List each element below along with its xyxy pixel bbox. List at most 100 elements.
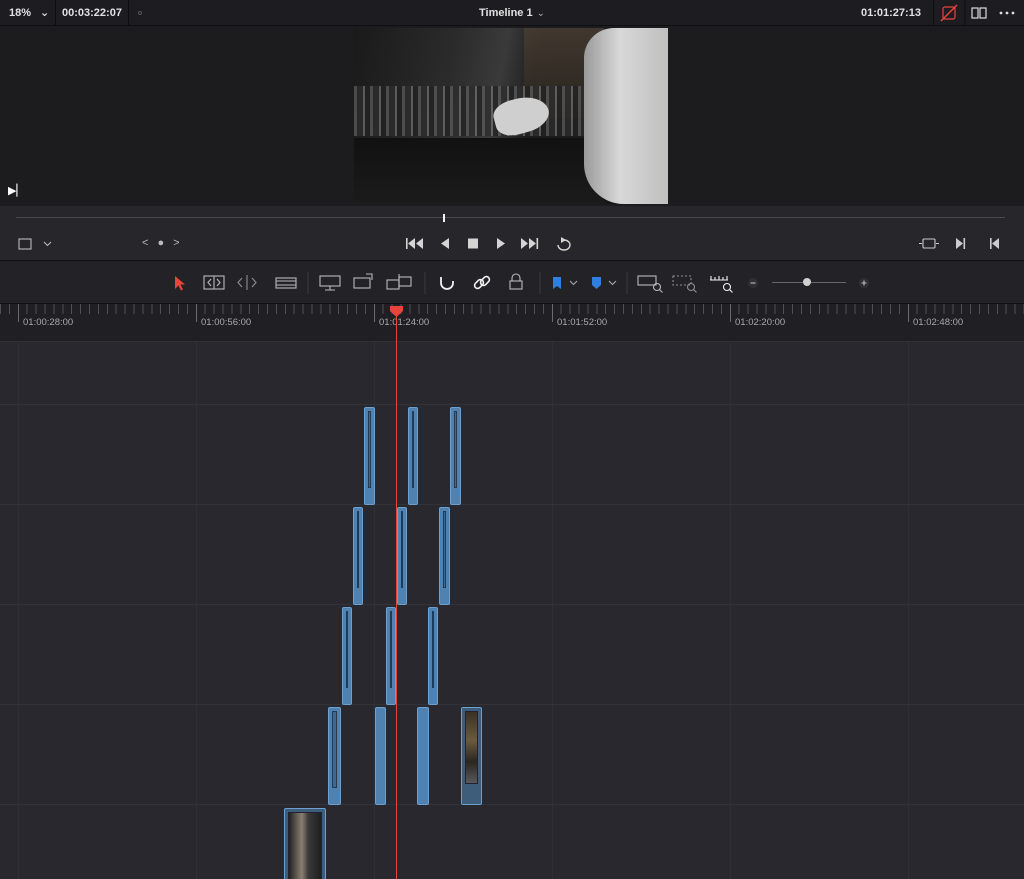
position-lock-icon[interactable]: [509, 273, 523, 290]
ruler-label: 01:00:56:00: [201, 317, 252, 328]
insert-clip-icon[interactable]: [319, 275, 341, 291]
clip-thumbnail: [465, 711, 478, 784]
grid-line: [18, 342, 19, 879]
go-to-end-icon[interactable]: [521, 238, 539, 249]
ruler-major-tick: [18, 304, 19, 322]
ruler-label: 01:02:20:00: [735, 317, 786, 328]
clip-thumbnail: [390, 611, 392, 688]
timeline-clip[interactable]: [328, 707, 341, 805]
clip-thumbnail: [401, 511, 403, 588]
bypass-icon[interactable]: [940, 4, 958, 22]
clip-thumbnail: [368, 411, 371, 488]
timeline-tracks[interactable]: [0, 342, 1024, 879]
timeline-clip[interactable]: [397, 507, 407, 605]
playback-controls: [406, 237, 571, 251]
clip-thumbnail: [412, 411, 414, 488]
timeline-clip[interactable]: [428, 607, 438, 705]
zoom-in-icon[interactable]: [859, 278, 869, 288]
grid-line: [196, 342, 197, 879]
timeline-clip[interactable]: [450, 407, 461, 505]
snapping-icon[interactable]: [440, 277, 454, 290]
grid-line: [552, 342, 553, 879]
marker-icon[interactable]: [592, 277, 617, 289]
zoom-out-icon[interactable]: [748, 278, 758, 288]
flag-icon[interactable]: [553, 277, 578, 289]
timeline-clip[interactable]: [461, 707, 482, 805]
grid-line: [730, 342, 731, 879]
more-icon[interactable]: [999, 11, 1015, 15]
playhead-line[interactable]: [396, 311, 397, 879]
blade-edit-mode-icon[interactable]: [275, 277, 297, 289]
frame-figure: [584, 28, 668, 204]
frame-counter: [354, 138, 604, 204]
record-timecode: 01:01:27:13: [861, 7, 921, 19]
full-extent-zoom-icon[interactable]: [637, 275, 663, 293]
ruler-major-tick: [552, 304, 553, 322]
grid-line: [908, 342, 909, 879]
timeline-clip[interactable]: [408, 407, 418, 505]
next-edit-icon[interactable]: [956, 238, 966, 249]
stop-icon[interactable]: [468, 238, 478, 249]
ruler-major-tick: [908, 304, 909, 322]
track-divider: [0, 804, 1024, 805]
viewer-options-icon[interactable]: [18, 237, 54, 251]
match-frame-icon[interactable]: [919, 238, 939, 249]
viewer-right-controls: [919, 238, 999, 249]
track-divider: [0, 504, 1024, 505]
custom-zoom-icon[interactable]: [710, 276, 733, 293]
timeline-clip[interactable]: [439, 507, 450, 605]
zoom-slider-knob[interactable]: [803, 278, 811, 286]
ruler-ticks: [0, 304, 1024, 314]
toolbar-icons: [175, 272, 869, 294]
selection-mode-icon[interactable]: [175, 276, 185, 291]
transport-bar: < ● >: [0, 206, 1024, 261]
top-bar: 18% ⌄ 00:03:22:07 Timeline 1 ⌄ 01:01:27:1…: [0, 0, 1024, 26]
video-frame: [354, 28, 668, 204]
timeline-chevron-down-icon[interactable]: ⌄: [537, 8, 545, 19]
dynamic-trim-mode-icon[interactable]: [237, 275, 257, 290]
linked-selection-icon[interactable]: [473, 275, 491, 290]
clip-thumbnail: [432, 611, 434, 688]
nav-dots[interactable]: < ● >: [142, 234, 183, 252]
previous-edit-icon[interactable]: [990, 238, 999, 249]
overwrite-clip-icon[interactable]: [353, 273, 373, 289]
frame-glasses: [354, 86, 604, 136]
go-to-start-icon[interactable]: [406, 238, 423, 249]
track-divider: [0, 704, 1024, 705]
viewer[interactable]: ▶▏: [0, 26, 1024, 206]
track-divider: [0, 604, 1024, 605]
ruler-major-tick: [196, 304, 197, 322]
dual-viewer-icon[interactable]: [971, 7, 987, 19]
scrubber-head[interactable]: [443, 214, 445, 222]
ruler-label: 01:02:48:00: [913, 317, 964, 328]
timeline-clip[interactable]: [417, 707, 429, 805]
timeline-clip[interactable]: [386, 607, 396, 705]
timeline-clip[interactable]: [284, 808, 326, 879]
timeline-clip[interactable]: [375, 707, 386, 805]
scrubber-track[interactable]: [16, 217, 1005, 218]
track-divider: [0, 404, 1024, 405]
timeline-ruler[interactable]: 01:00:28:00 01:00:56:00 01:01:24:00 01:0…: [0, 304, 1024, 342]
ruler-major-tick: [730, 304, 731, 322]
play-icon[interactable]: [497, 238, 505, 249]
ruler-label: 01:01:24:00: [379, 317, 430, 328]
ruler-label: 01:00:28:00: [23, 317, 74, 328]
clip-thumbnail: [346, 611, 348, 688]
clip-thumbnail: [288, 812, 322, 879]
topbar-icons: [940, 0, 1015, 26]
edit-toolbar: [0, 262, 1024, 304]
trim-edit-mode-icon[interactable]: [203, 275, 225, 290]
detail-zoom-icon[interactable]: [672, 275, 697, 293]
loop-icon[interactable]: [557, 237, 571, 251]
timeline-clip[interactable]: [364, 407, 375, 505]
timeline-clip[interactable]: [353, 507, 363, 605]
clip-thumbnail: [332, 711, 337, 788]
clip-thumbnail: [454, 411, 457, 488]
clip-thumbnail: [443, 511, 446, 588]
timeline-clip[interactable]: [342, 607, 352, 705]
play-marker-icon: ▶▏: [8, 185, 25, 197]
replace-clip-icon[interactable]: [386, 274, 412, 290]
play-reverse-icon[interactable]: [441, 238, 449, 249]
timeline-title-label: Timeline 1: [479, 7, 533, 19]
ruler-major-tick: [374, 304, 375, 322]
